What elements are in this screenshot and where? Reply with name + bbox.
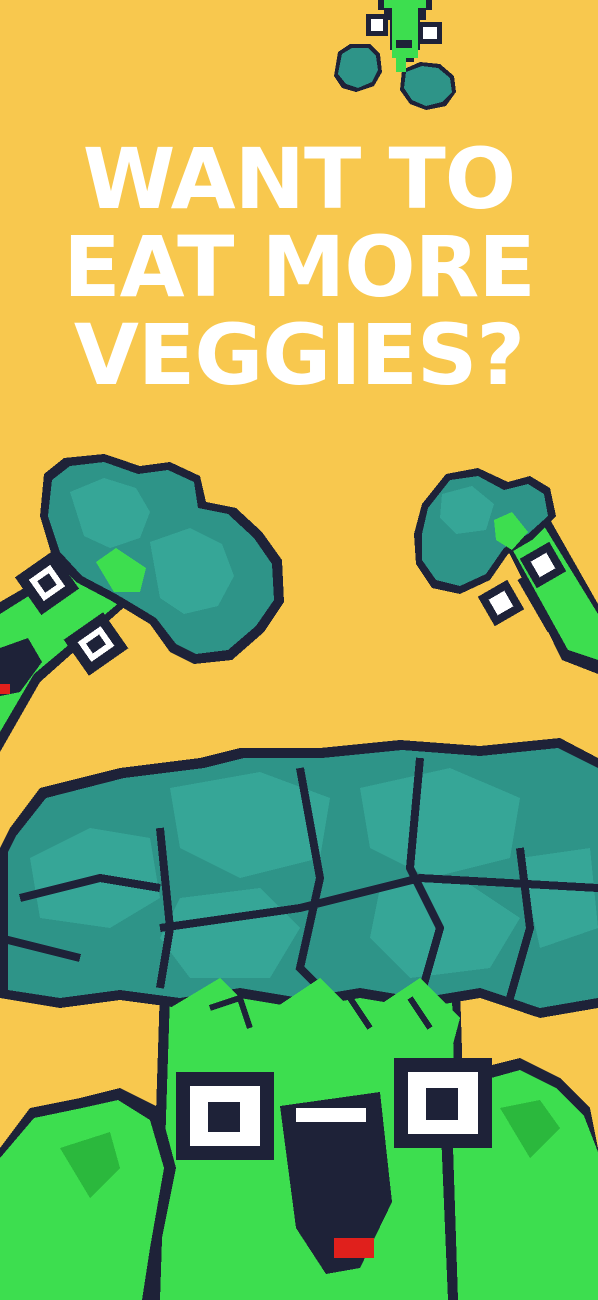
headline-line-2: EAT MORE — [63, 218, 535, 316]
broccoli-character-main — [0, 738, 598, 1300]
broccoli-character-left — [0, 454, 284, 752]
headline-line-3: VEGGIES? — [73, 306, 525, 404]
headline-line-1: WANT TO — [82, 130, 516, 228]
broccoli-character-right — [414, 468, 598, 674]
headline: WANT TO EAT MORE VEGGIES? — [0, 135, 598, 399]
small-broccoli-character-top — [334, 0, 456, 110]
